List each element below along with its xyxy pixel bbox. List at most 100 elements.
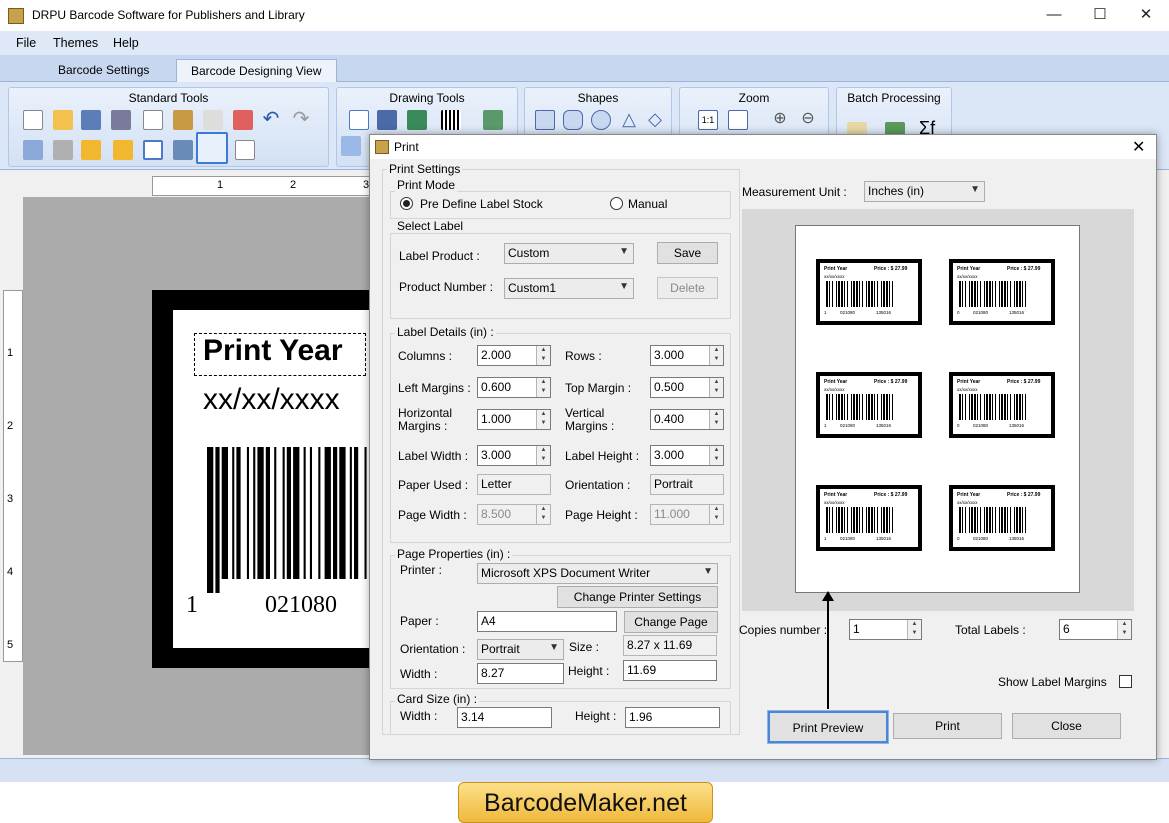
print-button[interactable]: Print (893, 713, 1002, 739)
close-button[interactable]: ✕ (1123, 0, 1169, 30)
preview-barcode-bar (892, 394, 893, 420)
barcode-bars[interactable] (207, 447, 367, 593)
cut-icon[interactable] (203, 110, 223, 130)
horizontal-margins-spinner[interactable]: ▲ ▼ (536, 410, 550, 429)
label-width-spinner[interactable]: ▲ ▼ (536, 446, 550, 465)
paper-input[interactable]: A4 (477, 611, 617, 632)
vertical-margins-spinner[interactable]: ▲ ▼ (709, 410, 723, 429)
copies-input[interactable]: 1 ▲ ▼ (849, 619, 922, 640)
barcode-number-right: 021080 (265, 592, 337, 618)
preview-barcode-bar (995, 394, 996, 420)
tab-barcode-settings[interactable]: Barcode Settings (44, 59, 163, 82)
preview-barcode-bar (841, 394, 843, 420)
rounded-rectangle-icon[interactable] (563, 110, 583, 130)
diamond-icon[interactable]: ◇ (645, 110, 665, 130)
label-width-input[interactable]: 3.000 ▲ ▼ (477, 445, 551, 466)
print-icon[interactable] (196, 132, 228, 164)
minimize-button[interactable]: — (1031, 0, 1077, 30)
total-labels-input[interactable]: 6 ▲ ▼ (1059, 619, 1132, 640)
close-dialog-button[interactable]: Close (1012, 713, 1121, 739)
barcode-icon[interactable] (441, 110, 461, 130)
delete-label-button[interactable]: Delete (657, 277, 718, 299)
total-labels-spinner[interactable]: ▲ ▼ (1117, 620, 1131, 639)
text-icon[interactable] (349, 110, 369, 130)
left-margins-input[interactable]: 0.600 ▲ ▼ (477, 377, 551, 398)
vertical-margins-input[interactable]: 0.400 ▲ ▼ (650, 409, 724, 430)
preview-barcode-bar (1019, 507, 1021, 533)
dialog-close-icon[interactable]: ✕ (1132, 137, 1145, 157)
change-printer-settings-button[interactable]: Change Printer Settings (557, 586, 718, 608)
menu-help[interactable]: Help (113, 36, 139, 50)
columns-input[interactable]: 2.000 ▲ ▼ (477, 345, 551, 366)
chevron-down-icon: ▼ (703, 566, 713, 577)
menu-themes[interactable]: Themes (53, 36, 98, 50)
label-width-label: Label Width : (398, 449, 469, 463)
maximize-button[interactable]: ☐ (1077, 0, 1123, 30)
measurement-unit-select[interactable]: Inches (in) ▼ (864, 181, 985, 202)
unlock-icon[interactable] (113, 140, 133, 160)
pencil-icon[interactable] (377, 110, 397, 130)
columns-spinner[interactable]: ▲ ▼ (536, 346, 550, 365)
preview-barcode-bar (999, 507, 1000, 533)
preview-barcode-bar (959, 281, 961, 307)
printer-select[interactable]: Microsoft XPS Document Writer ▼ (477, 563, 718, 584)
copy-icon[interactable] (143, 110, 163, 130)
tab-barcode-designing-view[interactable]: Barcode Designing View (176, 59, 337, 82)
delete-icon[interactable] (233, 110, 253, 130)
print-preview-button[interactable]: Print Preview (767, 710, 889, 744)
rows-input[interactable]: 3.000 ▲ ▼ (650, 345, 724, 366)
page-height-prop-input[interactable]: 11.69 (623, 660, 717, 681)
ellipse-icon[interactable] (591, 110, 611, 130)
rectangle-icon[interactable] (535, 110, 555, 130)
star-icon[interactable] (341, 136, 361, 156)
title-bar: DRPU Barcode Software for Publishers and… (0, 0, 1169, 31)
new-icon[interactable] (23, 110, 43, 130)
preview-barcode-bar (962, 281, 963, 307)
zoom-fit-icon[interactable] (728, 110, 748, 130)
copies-spinner[interactable]: ▲ ▼ (907, 620, 921, 639)
preview-barcode-bar (992, 394, 993, 420)
open-icon[interactable] (53, 110, 73, 130)
lock-icon[interactable] (81, 140, 101, 160)
show-margins-checkbox[interactable] (1119, 675, 1132, 688)
card-height-input[interactable]: 1.96 (625, 707, 720, 728)
zoom-in-icon[interactable]: ⊕ (770, 110, 790, 130)
send-back-icon[interactable] (53, 140, 73, 160)
save-label-button[interactable]: Save (657, 242, 718, 264)
card-width-input[interactable]: 3.14 (457, 707, 552, 728)
bring-front-icon[interactable] (23, 140, 43, 160)
preview-barcode-bar (874, 281, 875, 307)
change-page-button[interactable]: Change Page (624, 611, 718, 633)
paste-icon[interactable] (173, 110, 193, 130)
radio-predefine-stock[interactable] (400, 197, 413, 210)
print-setup-icon[interactable] (173, 140, 193, 160)
rows-spinner[interactable]: ▲ ▼ (709, 346, 723, 365)
label-product-select[interactable]: Custom ▼ (504, 243, 634, 264)
top-margin-input[interactable]: 0.500 ▲ ▼ (650, 377, 724, 398)
page-width-prop-input[interactable]: 8.27 (477, 663, 564, 684)
label-height-spinner[interactable]: ▲ ▼ (709, 446, 723, 465)
redo-icon[interactable]: ↷ (291, 109, 311, 130)
undo-icon[interactable]: ↶ (261, 109, 281, 130)
triangle-icon[interactable]: △ (619, 110, 639, 130)
picture-icon[interactable] (483, 110, 503, 130)
save-icon[interactable] (81, 110, 101, 130)
dialog-icon (375, 140, 389, 154)
save-as-icon[interactable] (111, 110, 131, 130)
image-icon[interactable] (407, 110, 427, 130)
left-margins-spinner[interactable]: ▲ ▼ (536, 378, 550, 397)
export-icon[interactable] (235, 140, 255, 160)
radio-manual[interactable] (610, 197, 623, 210)
label-height-input[interactable]: 3.000 ▲ ▼ (650, 445, 724, 466)
label-date-text[interactable]: xx/xx/xxxx (203, 383, 340, 417)
zoom-actual-icon[interactable]: 1:1 (698, 110, 718, 130)
product-number-select[interactable]: Custom1 ▼ (504, 278, 634, 299)
page-height-value: 11.000 (654, 507, 690, 521)
grid-icon[interactable] (143, 140, 163, 160)
top-margin-spinner[interactable]: ▲ ▼ (709, 378, 723, 397)
page-orientation-select[interactable]: Portrait ▼ (477, 639, 564, 660)
zoom-out-icon[interactable]: ⊖ (798, 110, 818, 130)
horizontal-margins-input[interactable]: 1.000 ▲ ▼ (477, 409, 551, 430)
preview-barcode-bar (832, 507, 833, 533)
menu-file[interactable]: File (16, 36, 36, 50)
